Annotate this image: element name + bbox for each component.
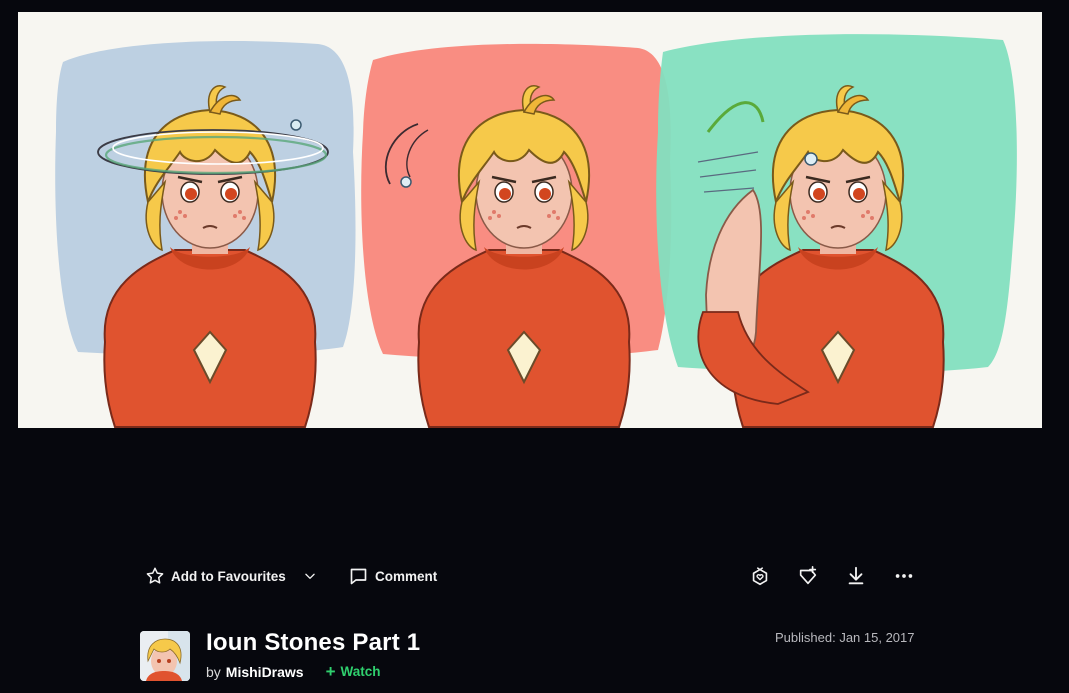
favourites-dropdown-button[interactable] (302, 560, 318, 592)
watch-button[interactable]: + Watch (326, 663, 381, 680)
artwork-image[interactable] (18, 12, 1042, 428)
star-icon (146, 567, 164, 584)
artwork-illustration (55, 34, 1017, 428)
gift-icon (752, 567, 768, 586)
chevron-down-icon (305, 573, 315, 579)
give-button[interactable] (745, 560, 775, 592)
more-icon (895, 574, 913, 578)
comment-button[interactable]: Comment (348, 560, 437, 592)
action-bar: Add to Favourites Comment (140, 560, 920, 592)
deviation-page: Add to Favourites Comment Ioun Stones Pa… (0, 0, 1069, 693)
add-to-favourites-label: Add to Favourites (171, 568, 286, 584)
avatar-image (140, 631, 190, 681)
byline: by MishiDraws + Watch (206, 663, 381, 680)
more-options-button[interactable] (889, 560, 919, 592)
download-button[interactable] (841, 560, 871, 592)
author-avatar[interactable] (140, 631, 190, 681)
watch-label: Watch (340, 664, 381, 679)
comment-label: Comment (375, 568, 438, 584)
plus-icon: + (325, 662, 336, 681)
badge-add-icon (799, 566, 817, 585)
comment-icon (350, 568, 367, 584)
download-icon (848, 566, 864, 585)
add-to-favourites-button[interactable]: Add to Favourites (145, 560, 286, 592)
author-link[interactable]: MishiDraws (226, 664, 304, 680)
by-label: by (206, 663, 221, 680)
deviation-title: Ioun Stones Part 1 (206, 629, 421, 656)
published-date: Published: Jan 15, 2017 (775, 630, 915, 645)
award-badge-button[interactable] (793, 560, 823, 592)
